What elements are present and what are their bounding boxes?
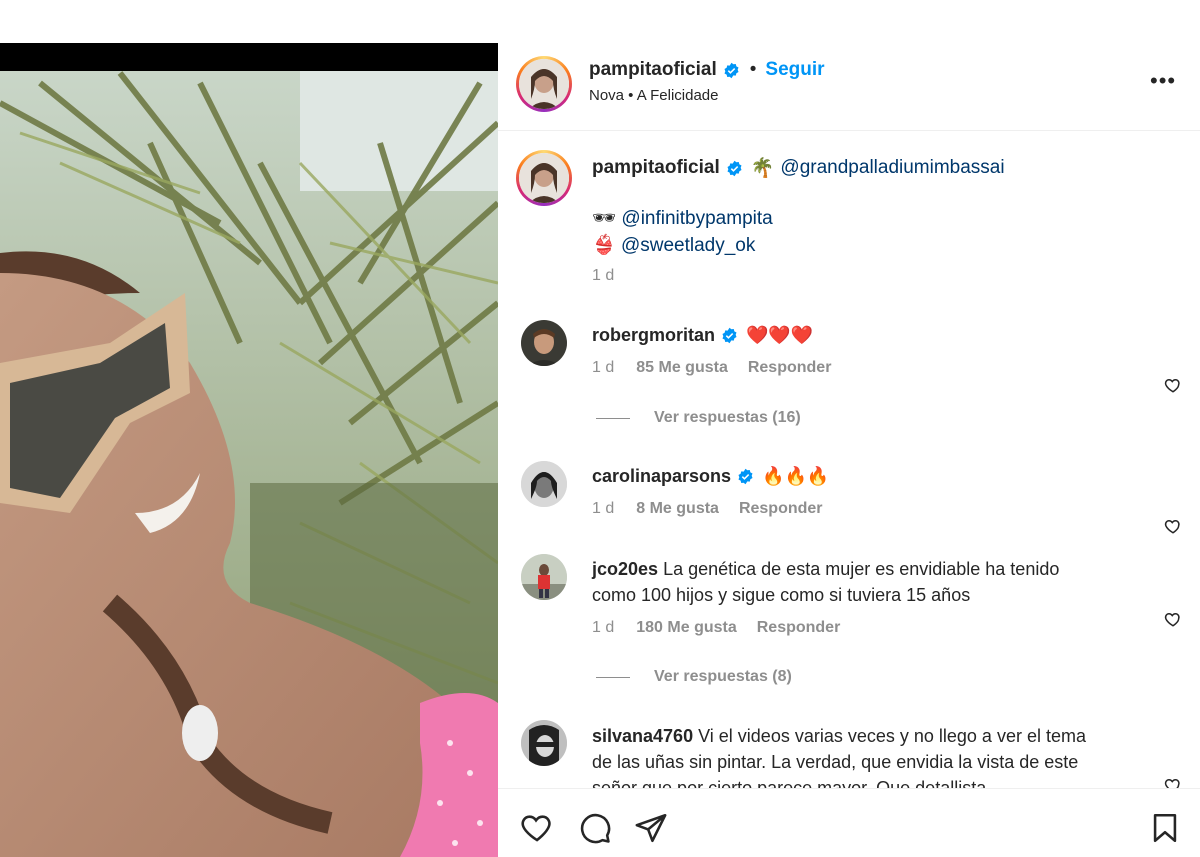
verified-badge-icon (724, 62, 739, 78)
like-comment-heart-icon[interactable] (1164, 610, 1182, 628)
palm-emoji-icon: 🌴 (750, 158, 775, 179)
likes-count[interactable]: 180 Me gusta (636, 619, 736, 637)
like-comment-heart-icon[interactable] (1164, 376, 1182, 394)
timestamp[interactable]: 1 d (592, 267, 614, 285)
comment-username[interactable]: silvana4760 (592, 726, 693, 746)
replies-divider (596, 417, 630, 419)
comment-meta: 1 d 85 Me gusta Responder (592, 359, 831, 377)
commenter-avatar-image (521, 461, 567, 507)
commenter-avatar[interactable] (521, 554, 567, 600)
view-replies-button[interactable]: Ver respuestas (16) (596, 409, 801, 427)
comment-body: Vi el videos varias veces y no llego a v… (698, 726, 1086, 746)
comment-text-continued: señor que por cierto parece mayor. Que d… (592, 778, 987, 788)
comment-text: carolinaparsons 🔥🔥🔥 (592, 463, 1132, 489)
like-comment-heart-icon[interactable] (1164, 776, 1182, 788)
commenter-avatar[interactable] (521, 461, 567, 507)
comment-meta: 1 d 8 Me gusta Responder (592, 500, 823, 518)
view-replies-button[interactable]: Ver respuestas (8) (596, 668, 792, 686)
heart-icon[interactable] (520, 811, 554, 845)
comment-body: ❤️❤️❤️ (746, 325, 814, 345)
comment-username[interactable]: robergmoritan (592, 322, 715, 348)
comment-text: jco20es La genética de esta mujer es env… (592, 556, 1132, 582)
caption-line-3: 👙 @sweetlady_ok (592, 233, 755, 257)
caption-line-1: pampitaoficial 🌴 @grandpalladiumimbassai (592, 156, 1005, 180)
post-actions-bar (498, 788, 1200, 857)
view-replies-label: Ver respuestas (8) (654, 668, 792, 685)
bikini-emoji-icon: 👙 (592, 235, 616, 256)
header-separator: • (749, 59, 757, 80)
post-author-username[interactable]: pampitaoficial (589, 59, 717, 81)
commenter-avatar-image (521, 320, 567, 366)
timestamp[interactable]: 1 d (592, 359, 614, 377)
post-author-row: pampitaoficial • Seguir (589, 59, 825, 81)
commenter-avatar[interactable] (521, 720, 567, 766)
post-location[interactable]: Nova • A Felicidade (589, 87, 719, 104)
reply-button[interactable]: Responder (748, 359, 832, 377)
comment-text-continued: como 100 hijos y sigue como si tuviera 1… (592, 585, 971, 605)
reply-button[interactable]: Responder (757, 619, 841, 637)
reply-button[interactable]: Responder (739, 500, 823, 518)
likes-count[interactable]: 8 Me gusta (636, 500, 719, 518)
likes-count[interactable]: 85 Me gusta (636, 359, 728, 377)
post-media[interactable] (0, 43, 498, 857)
media-top-bar (0, 43, 498, 71)
more-options-icon[interactable]: ••• (1150, 68, 1176, 94)
comment-text-continued: de las uñas sin pintar. La verdad, que e… (592, 752, 1079, 772)
mention-link[interactable]: @sweetlady_ok (621, 235, 755, 256)
replies-divider (596, 676, 630, 678)
post-header: pampitaoficial • Seguir Nova • A Felicid… (498, 43, 1200, 131)
like-comment-heart-icon[interactable] (1164, 517, 1182, 535)
author-avatar[interactable] (516, 56, 572, 112)
comment-icon[interactable] (578, 811, 612, 845)
view-replies-label: Ver respuestas (16) (654, 409, 801, 426)
author-avatar-image (519, 59, 569, 109)
verified-badge-icon (727, 160, 742, 176)
verified-badge-icon (738, 468, 753, 484)
caption-time: 1 d (592, 267, 614, 285)
commenter-avatar-image (521, 554, 567, 600)
verified-badge-icon (722, 327, 737, 343)
comment-text: robergmoritan ❤️❤️❤️ (592, 322, 1132, 348)
post-video-frame (0, 71, 498, 857)
bookmark-icon[interactable] (1148, 811, 1182, 845)
comments-list[interactable]: pampitaoficial 🌴 @grandpalladiumimbassai… (498, 132, 1200, 788)
comment-body: La genética de esta mujer es envidiable … (663, 559, 1060, 579)
commenter-avatar-image (521, 720, 567, 766)
follow-button[interactable]: Seguir (765, 59, 824, 81)
commenter-avatar[interactable] (521, 320, 567, 366)
caption-avatar-image (519, 153, 569, 203)
timestamp[interactable]: 1 d (592, 500, 614, 518)
share-icon[interactable] (634, 811, 668, 845)
mention-link[interactable]: @infinitbypampita (621, 208, 772, 229)
timestamp[interactable]: 1 d (592, 619, 614, 637)
comment-body: 🔥🔥🔥 (762, 466, 830, 486)
comment-meta: 1 d 180 Me gusta Responder (592, 619, 840, 637)
sunglasses-emoji-icon: 🕶 (592, 208, 617, 229)
comment-username[interactable]: jco20es (592, 559, 658, 579)
mention-link[interactable]: @grandpalladiumimbassai (780, 157, 1004, 179)
comment-text: silvana4760 Vi el videos varias veces y … (592, 723, 1132, 749)
comment-username[interactable]: carolinaparsons (592, 463, 731, 489)
caption-author[interactable]: pampitaoficial (592, 157, 720, 179)
post-panel: pampitaoficial • Seguir Nova • A Felicid… (498, 43, 1200, 857)
caption-line-2: 🕶 @infinitbypampita (592, 206, 773, 230)
caption-avatar[interactable] (516, 150, 572, 206)
